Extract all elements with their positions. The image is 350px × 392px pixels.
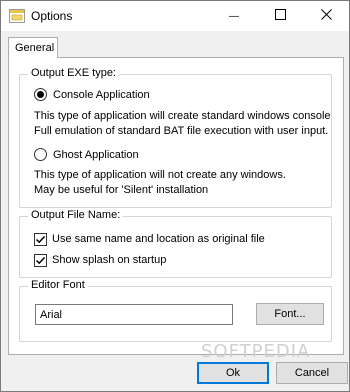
same-name-location-label[interactable]: Use same name and location as original f… — [52, 233, 265, 245]
ghost-application-label[interactable]: Ghost Application — [53, 149, 139, 161]
same-name-location-checkbox[interactable] — [34, 233, 47, 246]
console-application-radio[interactable] — [34, 88, 47, 101]
ghost-application-radio[interactable] — [34, 148, 47, 161]
editor-font-field[interactable] — [35, 304, 233, 325]
minimize-button[interactable]: — — [211, 1, 257, 31]
ghost-desc-line-1: This type of application will not create… — [34, 169, 286, 181]
output-exe-type-group: Output EXE type: Console Application Thi… — [19, 67, 332, 208]
general-tab-panel: Output EXE type: Console Application Thi… — [8, 57, 344, 355]
show-splash-checkbox[interactable] — [34, 254, 47, 267]
console-desc-line-2: Full emulation of standard BAT file exec… — [34, 125, 329, 137]
softpedia-watermark: SOFTPEDIA — [201, 341, 311, 362]
tab-general-label: General — [15, 42, 55, 54]
options-dialog: Options — General Output EXE type: Conso… — [0, 0, 350, 392]
close-icon — [320, 9, 332, 23]
ghost-desc-line-2: May be useful for 'Silent' installation — [34, 184, 209, 196]
ok-button[interactable]: Ok — [197, 362, 269, 384]
output-file-name-legend: Output File Name: — [28, 209, 124, 221]
show-splash-label[interactable]: Show splash on startup — [52, 254, 166, 266]
maximize-button[interactable] — [257, 1, 303, 31]
editor-font-input[interactable] — [36, 305, 232, 324]
title-bar[interactable]: Options — — [1, 1, 349, 31]
tab-general[interactable]: General — [8, 37, 58, 58]
close-button[interactable] — [303, 1, 349, 31]
console-application-label[interactable]: Console Application — [53, 89, 150, 101]
output-file-name-group: Output File Name: Use same name and loca… — [19, 209, 332, 278]
maximize-icon — [274, 9, 286, 23]
app-icon — [9, 9, 25, 23]
checkmark-icon — [35, 235, 46, 244]
editor-font-legend: Editor Font — [28, 279, 88, 291]
font-button[interactable]: Font... — [256, 303, 324, 325]
minimize-icon: — — [229, 10, 239, 22]
checkmark-icon — [35, 256, 46, 265]
cancel-button[interactable]: Cancel — [276, 362, 348, 384]
output-exe-type-legend: Output EXE type: — [28, 67, 119, 79]
window-title: Options — [31, 9, 73, 23]
editor-font-group: Editor Font Font... — [19, 279, 332, 342]
console-desc-line-1: This type of application will create sta… — [34, 110, 331, 122]
